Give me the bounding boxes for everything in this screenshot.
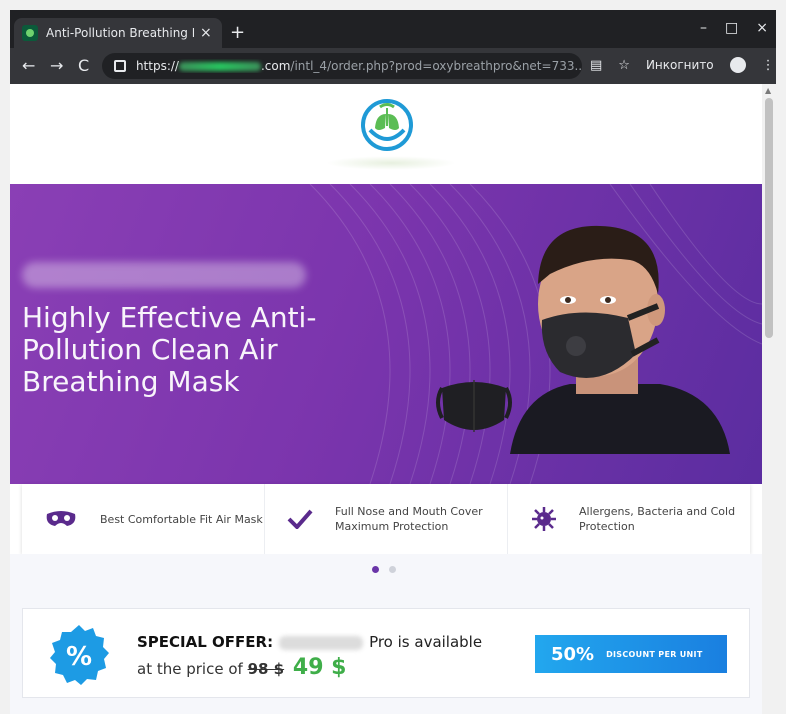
- translate-icon[interactable]: ▤: [590, 58, 602, 73]
- feature-item: Best Comfortable Fit Air Mask: [22, 484, 265, 554]
- lock-icon: [114, 60, 126, 72]
- offer-redacted-name: [279, 635, 364, 650]
- browser-tab[interactable]: Anti-Pollution Breathing M ×: [14, 18, 222, 48]
- discount-text: DISCOUNT PER UNIT: [606, 649, 703, 659]
- site-logo-icon[interactable]: [360, 98, 414, 152]
- tab-bar: Anti-Pollution Breathing M × + – □ ×: [10, 10, 776, 48]
- discount-percent: 50%: [551, 643, 595, 665]
- offer-price-line: at the price of 98 $ 49 $: [137, 655, 347, 680]
- offer-availability: Pro is available: [369, 633, 483, 651]
- mask-product-image: [436, 380, 512, 432]
- minimize-button[interactable]: –: [700, 20, 707, 36]
- hero-redacted-text: [22, 262, 306, 288]
- back-button[interactable]: ←: [22, 56, 35, 75]
- slider-dots: [372, 566, 396, 573]
- feature-text: Allergens, Bacteria and Cold Protection: [579, 505, 736, 533]
- incognito-icon[interactable]: [729, 57, 746, 73]
- url-text: https://.com/intl_4/order.php?prod=oxybr…: [135, 59, 582, 73]
- hero-banner: Highly Effective Anti-Pollution Clean Ai…: [10, 184, 762, 484]
- mask-icon: [44, 507, 78, 531]
- scroll-thumb[interactable]: [765, 98, 773, 338]
- feature-text: Best Comfortable Fit Air Mask: [100, 512, 263, 526]
- offer-label: SPECIAL OFFER:: [137, 633, 274, 651]
- incognito-label: Инкогнито: [645, 58, 714, 72]
- feature-text: Full Nose and Mouth Cover Maximum Protec…: [335, 505, 483, 533]
- page-scrollbar[interactable]: ▲: [762, 84, 776, 714]
- percent-badge-icon: %: [50, 625, 109, 685]
- url-input[interactable]: https://.com/intl_4/order.php?prod=oxybr…: [102, 53, 582, 79]
- feature-item: Full Nose and Mouth Cover Maximum Protec…: [265, 484, 508, 554]
- address-bar: ← → C https://.com/intl_4/order.php?prod…: [10, 48, 776, 84]
- window-controls: – □ ×: [700, 20, 768, 36]
- browser-window: Anti-Pollution Breathing M × + – □ × ← →…: [10, 10, 776, 714]
- hero-title: Highly Effective Anti-Pollution Clean Ai…: [22, 301, 317, 398]
- old-price: 98 $: [247, 660, 285, 678]
- new-price: 49 $: [292, 655, 347, 680]
- url-redacted: [178, 62, 261, 71]
- price-prefix: at the price of: [137, 660, 243, 678]
- scroll-up-icon[interactable]: ▲: [765, 86, 771, 95]
- tab-close-icon[interactable]: ×: [200, 25, 212, 41]
- discount-button[interactable]: 50% DISCOUNT PER UNIT: [535, 635, 727, 673]
- more-menu-icon[interactable]: ⋮: [762, 58, 775, 73]
- slider-dot-1[interactable]: [372, 566, 379, 573]
- address-bar-actions: ▤ ☆ Инкогнито ⋮: [590, 57, 775, 73]
- bookmark-star-icon[interactable]: ☆: [618, 58, 630, 73]
- special-offer-box: % SPECIAL OFFER: Pro is available at the …: [22, 608, 750, 698]
- reload-button[interactable]: C: [78, 56, 89, 75]
- features-strip: Best Comfortable Fit Air Mask Full Nose …: [22, 484, 750, 554]
- svg-text:%: %: [66, 642, 92, 672]
- web-page: Highly Effective Anti-Pollution Clean Ai…: [10, 84, 762, 714]
- man-wearing-mask-image: [510, 225, 730, 454]
- virus-icon: [530, 507, 557, 531]
- site-header: [10, 84, 762, 184]
- logo-shadow: [326, 156, 456, 170]
- close-window-button[interactable]: ×: [756, 20, 768, 36]
- slider-dot-2[interactable]: [389, 566, 396, 573]
- offer-headline: SPECIAL OFFER: Pro is available: [137, 633, 482, 651]
- new-tab-button[interactable]: +: [230, 22, 245, 43]
- maximize-button[interactable]: □: [725, 20, 738, 36]
- tab-title: Anti-Pollution Breathing M: [46, 26, 194, 40]
- favicon-icon: [22, 25, 38, 41]
- check-icon: [287, 507, 313, 531]
- feature-item: Allergens, Bacteria and Cold Protection: [508, 484, 750, 554]
- forward-button[interactable]: →: [50, 56, 63, 75]
